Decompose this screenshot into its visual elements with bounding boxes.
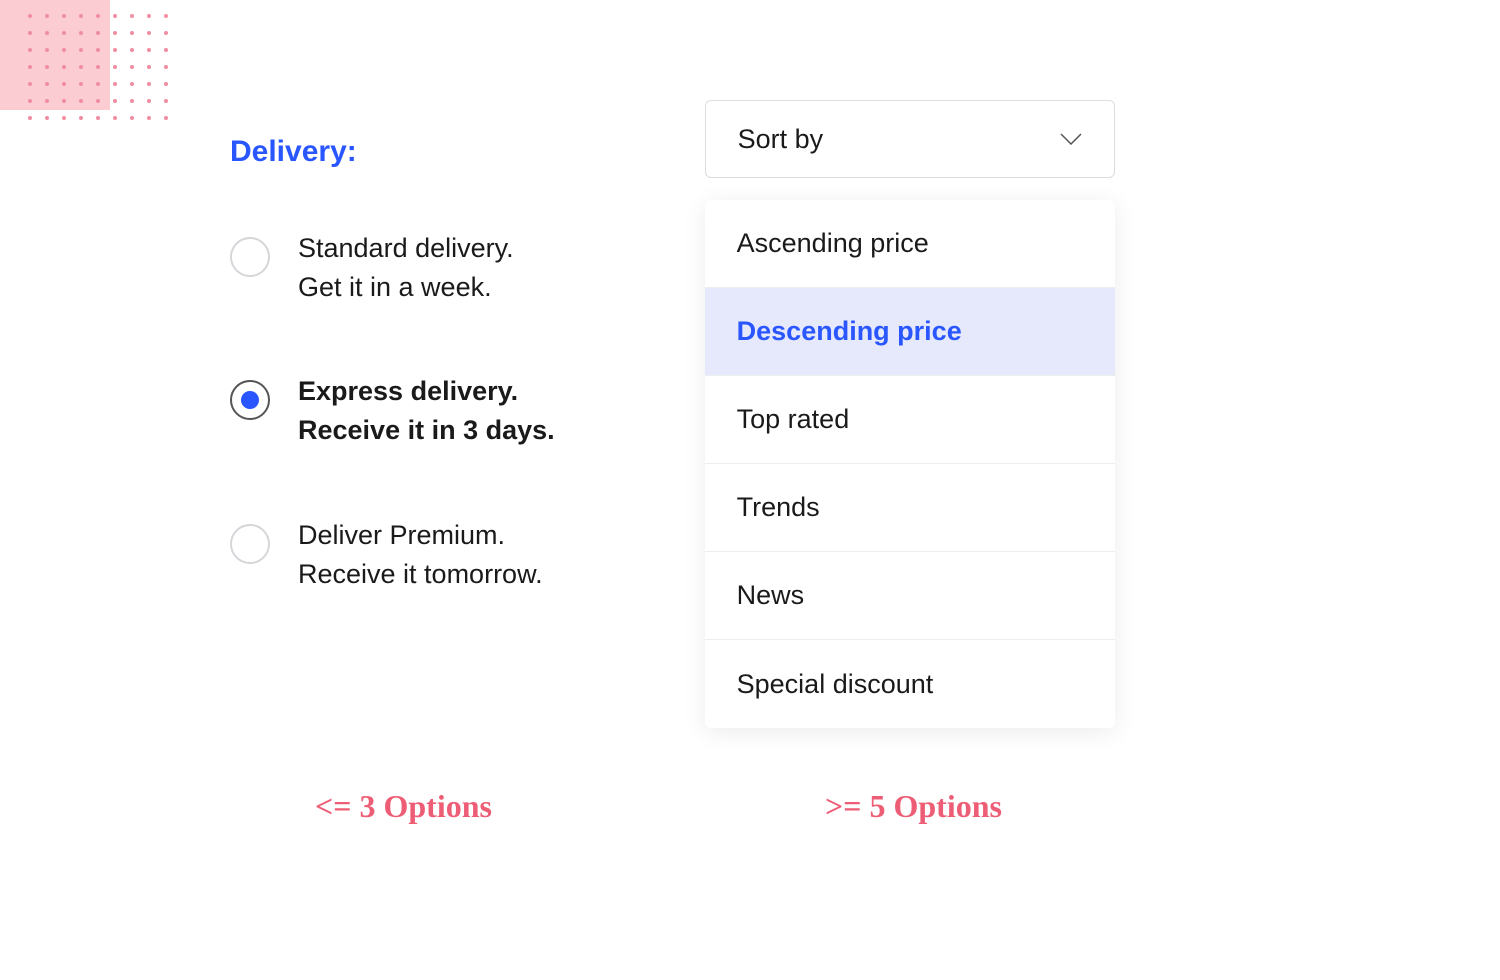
delivery-heading: Delivery: (230, 135, 357, 169)
sort-by-dropdown-trigger[interactable]: Sort by (705, 100, 1115, 178)
dropdown-trigger-label: Sort by (738, 124, 824, 155)
right-caption: >= 5 Options (825, 788, 1002, 825)
radio-option-express[interactable]: Express delivery. Receive it in 3 days. (230, 372, 555, 450)
radio-circle (230, 524, 270, 564)
radio-circle (230, 237, 270, 277)
dropdown-item-descending[interactable]: Descending price (705, 288, 1115, 376)
decorative-dot-pattern (28, 14, 178, 129)
radio-dot-icon (241, 391, 259, 409)
radio-label: Standard delivery. Get it in a week. (298, 229, 514, 307)
radio-circle (230, 380, 270, 420)
dropdown-item-top-rated[interactable]: Top rated (705, 376, 1115, 464)
dropdown-item-special-discount[interactable]: Special discount (705, 640, 1115, 728)
dropdown-item-trends[interactable]: Trends (705, 464, 1115, 552)
radio-option-standard[interactable]: Standard delivery. Get it in a week. (230, 229, 555, 307)
dropdown-column: Sort by Ascending price Descending price… (705, 100, 1115, 980)
radio-label: Deliver Premium. Receive it tomorrow. (298, 516, 543, 594)
radio-option-premium[interactable]: Deliver Premium. Receive it tomorrow. (230, 516, 555, 594)
left-caption: <= 3 Options (315, 788, 492, 825)
radio-column: Delivery: Standard delivery. Get it in a… (230, 100, 555, 980)
dropdown-item-ascending[interactable]: Ascending price (705, 200, 1115, 288)
chevron-down-icon (1060, 133, 1082, 145)
dropdown-item-news[interactable]: News (705, 552, 1115, 640)
radio-label: Express delivery. Receive it in 3 days. (298, 372, 555, 450)
sort-by-dropdown-menu: Ascending price Descending price Top rat… (705, 200, 1115, 728)
delivery-radio-group: Standard delivery. Get it in a week. Exp… (230, 229, 555, 594)
